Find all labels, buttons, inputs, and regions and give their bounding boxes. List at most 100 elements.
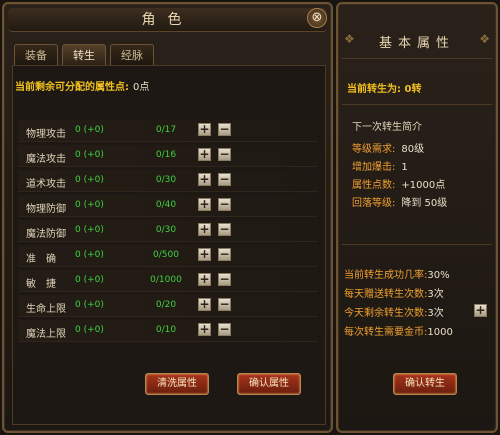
attribute-allocation: 0/500 [153, 250, 179, 260]
decrease-button[interactable]: − [218, 223, 231, 236]
attribute-row: 道术攻击 0 (+0) 0/30 + − [18, 170, 318, 192]
attribute-value: 0 (+0) [75, 300, 104, 310]
attribute-row: 物理防御 0 (+0) 0/40 + − [18, 195, 318, 217]
increase-button[interactable]: + [198, 323, 211, 336]
close-icon: ⊗ [311, 10, 323, 25]
attribute-allocation: 0/17 [155, 125, 177, 135]
stat-value: 30% [427, 270, 450, 281]
attribute-value: 0 (+0) [75, 225, 104, 235]
item-value: 80级 [401, 144, 425, 155]
tab-bar: 装备 转生 经脉 [14, 44, 154, 66]
stat-label: 今天剩余转生次数: [344, 308, 428, 319]
basic-attributes-panel: ❖ ❖ 基本属性 [336, 2, 498, 433]
increase-button[interactable]: + [198, 273, 211, 286]
attribute-value: 0 (+0) [75, 325, 104, 335]
tab-rebirth[interactable]: 转生 [62, 44, 106, 66]
item-label: 增加爆击: [352, 162, 396, 173]
attribute-allocation: 0/1000 [150, 275, 182, 285]
attribute-row: 生命上限 0 (+0) 0/20 + − [18, 295, 318, 317]
increase-button[interactable]: + [198, 298, 211, 311]
current-rebirth: 当前转生为: 0转 [347, 84, 422, 95]
increase-button[interactable]: + [198, 173, 211, 186]
attribute-name: 魔法防御 [26, 229, 66, 240]
stat-label: 每天赠送转生次数: [344, 289, 428, 300]
rebirth-stat: 今天剩余转生次数:3次 [344, 304, 444, 319]
item-label: 回落等级: [352, 198, 396, 209]
attribute-value: 0 (+0) [75, 200, 104, 210]
decrease-button[interactable]: − [218, 123, 231, 136]
close-button[interactable]: ⊗ [307, 8, 327, 28]
divider [342, 104, 492, 105]
increase-button[interactable]: + [198, 198, 211, 211]
attribute-value: 0 (+0) [75, 250, 104, 260]
decrease-button[interactable]: − [218, 323, 231, 336]
attribute-row: 准 确 0 (+0) 0/500 + − [18, 245, 318, 267]
decrease-button[interactable]: − [218, 273, 231, 286]
attribute-name: 敏 捷 [26, 279, 56, 290]
attribute-name: 准 确 [26, 254, 56, 265]
next-rebirth-item: 增加爆击: 1 [352, 158, 408, 173]
attribute-name: 魔法上限 [26, 329, 66, 340]
attribute-row: 物理攻击 0 (+0) 0/17 + − [18, 120, 318, 142]
attribute-row: 魔法攻击 0 (+0) 0/16 + − [18, 145, 318, 167]
remaining-points: 当前剩余可分配的属性点: 0点 [15, 78, 149, 93]
next-rebirth-item: 等级需求: 80级 [352, 140, 424, 155]
rebirth-stat: 每天赠送转生次数:3次 [344, 285, 444, 300]
decrease-button[interactable]: − [218, 298, 231, 311]
stat-value: 3次 [427, 308, 444, 319]
attribute-allocation: 0/30 [155, 175, 177, 185]
attribute-name: 物理防御 [26, 204, 66, 215]
panel-title: 基本属性 [378, 36, 455, 51]
stat-value: 3次 [427, 289, 444, 300]
divider [342, 244, 492, 245]
divider [342, 58, 492, 59]
window-title: 角色 [8, 8, 327, 32]
remaining-points-value: 0点 [133, 82, 150, 93]
attribute-allocation: 0/10 [155, 325, 177, 335]
tab-meridians[interactable]: 经脉 [110, 44, 154, 66]
item-value: 1 [401, 162, 408, 173]
increase-button[interactable]: + [198, 223, 211, 236]
attribute-name: 物理攻击 [26, 129, 66, 140]
next-rebirth-item: 回落等级: 降到 50级 [352, 194, 447, 209]
decrease-button[interactable]: − [218, 198, 231, 211]
attribute-value: 0 (+0) [75, 150, 104, 160]
rebirth-stat: 当前转生成功几率:30% [344, 266, 450, 281]
decrease-button[interactable]: − [218, 148, 231, 161]
clear-attributes-button[interactable]: 清洗属性 [145, 373, 209, 395]
attribute-allocation: 0/40 [155, 200, 177, 210]
attribute-value: 0 (+0) [75, 175, 104, 185]
character-window: 角色 ⊗ 装备 转生 经脉 [2, 2, 333, 433]
item-label: 等级需求: [352, 144, 396, 155]
attribute-allocation: 0/16 [155, 150, 177, 160]
attribute-value: 0 (+0) [75, 275, 104, 285]
attribute-row: 魔法防御 0 (+0) 0/30 + − [18, 220, 318, 242]
rebirth-stat: 每次转生需要金币:1000 [344, 323, 453, 338]
increase-button[interactable]: + [198, 123, 211, 136]
decrease-button[interactable]: − [218, 173, 231, 186]
next-rebirth-item: 属性点数: +1000点 [352, 176, 445, 191]
attribute-name: 道术攻击 [26, 179, 66, 190]
add-rebirth-count-button[interactable]: + [474, 304, 487, 317]
decrease-button[interactable]: − [218, 248, 231, 261]
item-value: 降到 50级 [401, 198, 448, 209]
stat-label: 每次转生需要金币: [344, 327, 428, 338]
confirm-rebirth-button[interactable]: 确认转生 [393, 373, 457, 395]
attribute-row: 敏 捷 0 (+0) 0/1000 + − [18, 270, 318, 292]
attribute-allocation: 0/20 [155, 300, 177, 310]
attribute-row: 魔法上限 0 (+0) 0/10 + − [18, 320, 318, 342]
stat-label: 当前转生成功几率: [344, 270, 428, 281]
item-value: +1000点 [401, 180, 446, 191]
next-rebirth-title: 下一次转生简介 [352, 122, 422, 133]
item-label: 属性点数: [352, 180, 396, 191]
confirm-attributes-button[interactable]: 确认属性 [237, 373, 301, 395]
attribute-name: 生命上限 [26, 304, 66, 315]
tab-equipment[interactable]: 装备 [14, 44, 58, 66]
remaining-points-label: 当前剩余可分配的属性点: [15, 82, 129, 93]
increase-button[interactable]: + [198, 248, 211, 261]
attribute-name: 魔法攻击 [26, 154, 66, 165]
attribute-allocation: 0/30 [155, 225, 177, 235]
attribute-value: 0 (+0) [75, 125, 104, 135]
increase-button[interactable]: + [198, 148, 211, 161]
stat-value: 1000 [427, 327, 453, 338]
